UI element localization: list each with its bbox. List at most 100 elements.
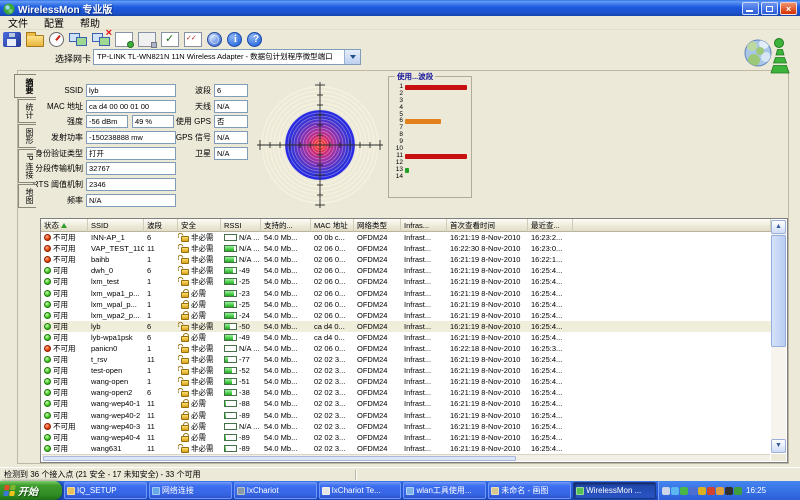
column-header-network-type[interactable]: 网络类型 (354, 219, 401, 232)
restore-button[interactable] (761, 2, 778, 15)
cell-mac: 02 06 0... (311, 299, 354, 310)
scroll-down-button[interactable]: ▼ (771, 439, 786, 453)
help-icon[interactable] (247, 32, 262, 47)
taskbar-button[interactable]: IxChariot Te... (319, 482, 402, 499)
table-row[interactable]: 不可用 VAP_TEST_11G 11 非必需 N/A ... 54.0 Mb.… (41, 243, 771, 254)
signal-strength-icon[interactable] (680, 487, 688, 495)
taskbar-button[interactable]: IxChariot (234, 482, 317, 499)
cell-supported-rates: 54.0 Mb... (261, 365, 311, 376)
taskbar-button[interactable]: 未命名 - 画图 (488, 482, 571, 499)
media-player-icon[interactable] (716, 487, 724, 495)
table-row[interactable]: 不可用 wang-wep40-3 11 必需 N/A ... 54.0 Mb..… (41, 421, 771, 432)
side-tab[interactable]: 统计 (18, 99, 36, 123)
table-row[interactable]: 可用 wang-wep40-4 11 必需 -89 54.0 Mb... 02 … (41, 432, 771, 443)
save-icon[interactable] (3, 32, 21, 47)
horizontal-scrollbar[interactable] (42, 454, 770, 461)
cell-channel: 6 (144, 387, 178, 398)
column-header-last-seen[interactable]: 最近查... (528, 219, 573, 232)
reconnect-network-icon[interactable] (69, 32, 87, 47)
table-row[interactable]: 可用 wang631 11 非必需 -89 54.0 Mb... 02 02 3… (41, 443, 771, 454)
start-button-label: 开始 (18, 483, 38, 498)
table-row[interactable]: 可用 dwh_0 6 非必需 -49 54.0 Mb... 02 06 0...… (41, 265, 771, 276)
column-header-first-seen[interactable]: 首次查看时间 (447, 219, 528, 232)
table-row[interactable]: 可用 lxm_wpal_p... 1 必需 -25 54.0 Mb... 02 … (41, 299, 771, 310)
cell-rssi: N/A ... (221, 243, 261, 254)
edit-check-icon[interactable] (161, 32, 179, 47)
checklist-icon[interactable] (184, 32, 202, 47)
column-header-supported-rates[interactable]: 支持的... (261, 219, 311, 232)
column-header-ssid[interactable]: SSID (88, 219, 144, 232)
table-row[interactable]: 可用 lxm_test 1 非必需 -25 54.0 Mb... 02 06 0… (41, 276, 771, 287)
cell-infrastructure: Infrast... (401, 332, 447, 343)
column-header-security[interactable]: 安全 (178, 219, 221, 232)
network-status-icon[interactable] (671, 487, 679, 495)
scroll-up-button[interactable]: ▲ (771, 220, 786, 234)
menu-item[interactable]: 文件 (0, 15, 36, 30)
cell-channel: 1 (144, 299, 178, 310)
cell-network-type: OFDM24 (354, 432, 401, 443)
table-row[interactable]: 可用 wang-wep40-2 11 必需 -89 54.0 Mb... 02 … (41, 410, 771, 421)
close-button[interactable]: × (780, 2, 797, 15)
taskbar-button[interactable]: IQ_SETUP (64, 482, 147, 499)
vertical-scrollbar[interactable]: ▲ ▼ (771, 220, 786, 453)
table-row[interactable]: 可用 wang-open2 6 非必需 -38 54.0 Mb... 02 02… (41, 387, 771, 398)
status-text: 可用 (53, 443, 68, 454)
table-row[interactable]: 不可用 panicn0 1 非必需 N/A ... 54.0 Mb... 02 … (41, 343, 771, 354)
info-icon[interactable] (227, 32, 242, 47)
web-globe-icon[interactable] (207, 32, 222, 47)
cell-network-type: OFDM24 (354, 443, 401, 454)
gauge-icon[interactable] (49, 32, 64, 47)
cell-infrastructure: Infrast... (401, 443, 447, 454)
rssi-text: -38 (239, 387, 250, 398)
horizontal-scrollbar-thumb[interactable] (43, 456, 516, 461)
minimize-button[interactable] (742, 2, 759, 15)
table-row[interactable]: 可用 lxm_wpa1_p... 1 必需 -23 54.0 Mb... 02 … (41, 287, 771, 298)
side-tab[interactable]: 摘要 (14, 74, 36, 98)
table-row[interactable]: 可用 lxm_wpa2_p... 1 必需 -24 54.0 Mb... 02 … (41, 310, 771, 321)
taskbar-button[interactable]: WirelessMon ... (573, 482, 656, 499)
side-tab[interactable]: IP 连接 (18, 149, 36, 183)
table-row[interactable]: 可用 t_rsv 11 非必需 -77 54.0 Mb... 02 02 3..… (41, 354, 771, 365)
field-value: N/A (214, 147, 248, 160)
security-alert-icon[interactable] (698, 487, 706, 495)
adapter-combobox[interactable]: TP-LINK TL-WN821N 11N Wireless Adapter -… (93, 49, 361, 65)
table-row[interactable]: 可用 lyb-wpa1psk 6 必需 -49 54.0 Mb... ca d4… (41, 332, 771, 343)
cell-last-seen: 16:25:4... (528, 299, 573, 310)
scrollbar-thumb[interactable] (771, 235, 786, 347)
antivirus-shield-icon[interactable] (734, 487, 742, 495)
side-tab[interactable]: 地图 (18, 184, 36, 208)
table-row[interactable]: 可用 wang-open 1 非必需 -51 54.0 Mb... 02 02 … (41, 376, 771, 387)
table-row[interactable]: 不可用 INN-AP_1 6 非必需 N/A ... 54.0 Mb... 00… (41, 232, 771, 243)
update-icon[interactable] (707, 487, 715, 495)
taskbar-button[interactable]: wlan工具使用... (403, 482, 486, 499)
side-tab[interactable]: 图形 (18, 124, 36, 148)
table-row[interactable]: 可用 wang-wep40-1 11 必需 -88 54.0 Mb... 02 … (41, 398, 771, 409)
messenger-icon[interactable] (689, 487, 697, 495)
start-button[interactable]: 开始 (0, 481, 62, 500)
close-program-icon[interactable] (725, 487, 733, 495)
cell-mac: 02 06 0... (311, 310, 354, 321)
summary-field-row: RTS 阈值机制 2346 (20, 178, 190, 191)
disconnect-network-icon[interactable] (92, 32, 110, 47)
column-header-channel[interactable]: 波段 (144, 219, 178, 232)
print-page-icon[interactable] (138, 32, 156, 47)
column-header-mac[interactable]: MAC 地址 (311, 219, 354, 232)
combo-dropdown-button[interactable] (344, 50, 360, 64)
eject-hardware-icon[interactable] (662, 487, 670, 495)
table-row[interactable]: 可用 lyb 6 非必需 -50 54.0 Mb... ca d4 0... O… (41, 321, 771, 332)
cell-supported-rates: 54.0 Mb... (261, 332, 311, 343)
taskbar-button[interactable]: 网络连接 (149, 482, 232, 499)
channel-usage-rows: 1 2 3 4 (393, 84, 468, 180)
table-row[interactable]: 不可用 baihb 1 非必需 N/A ... 54.0 Mb... 02 06… (41, 254, 771, 265)
column-header-rssi[interactable]: RSSI (221, 219, 261, 232)
menu-item[interactable]: 帮助 (72, 15, 108, 30)
table-row[interactable]: 可用 test-open 1 非必需 -52 54.0 Mb... 02 02 … (41, 365, 771, 376)
column-header-infrastructure[interactable]: Infras... (401, 219, 447, 232)
cell-first-seen: 16:21:19 8-Nov-2010 (447, 288, 528, 299)
open-folder-icon[interactable] (26, 35, 44, 47)
column-header-status[interactable]: 状态 (41, 219, 88, 232)
menu-item[interactable]: 配置 (36, 15, 72, 30)
export-report-icon[interactable] (115, 32, 133, 47)
padlock-icon (181, 236, 189, 242)
desktop-screen: WirelessMon 专业版 × 文件配置帮助 选择网卡 TP-LINK TL… (0, 0, 800, 500)
